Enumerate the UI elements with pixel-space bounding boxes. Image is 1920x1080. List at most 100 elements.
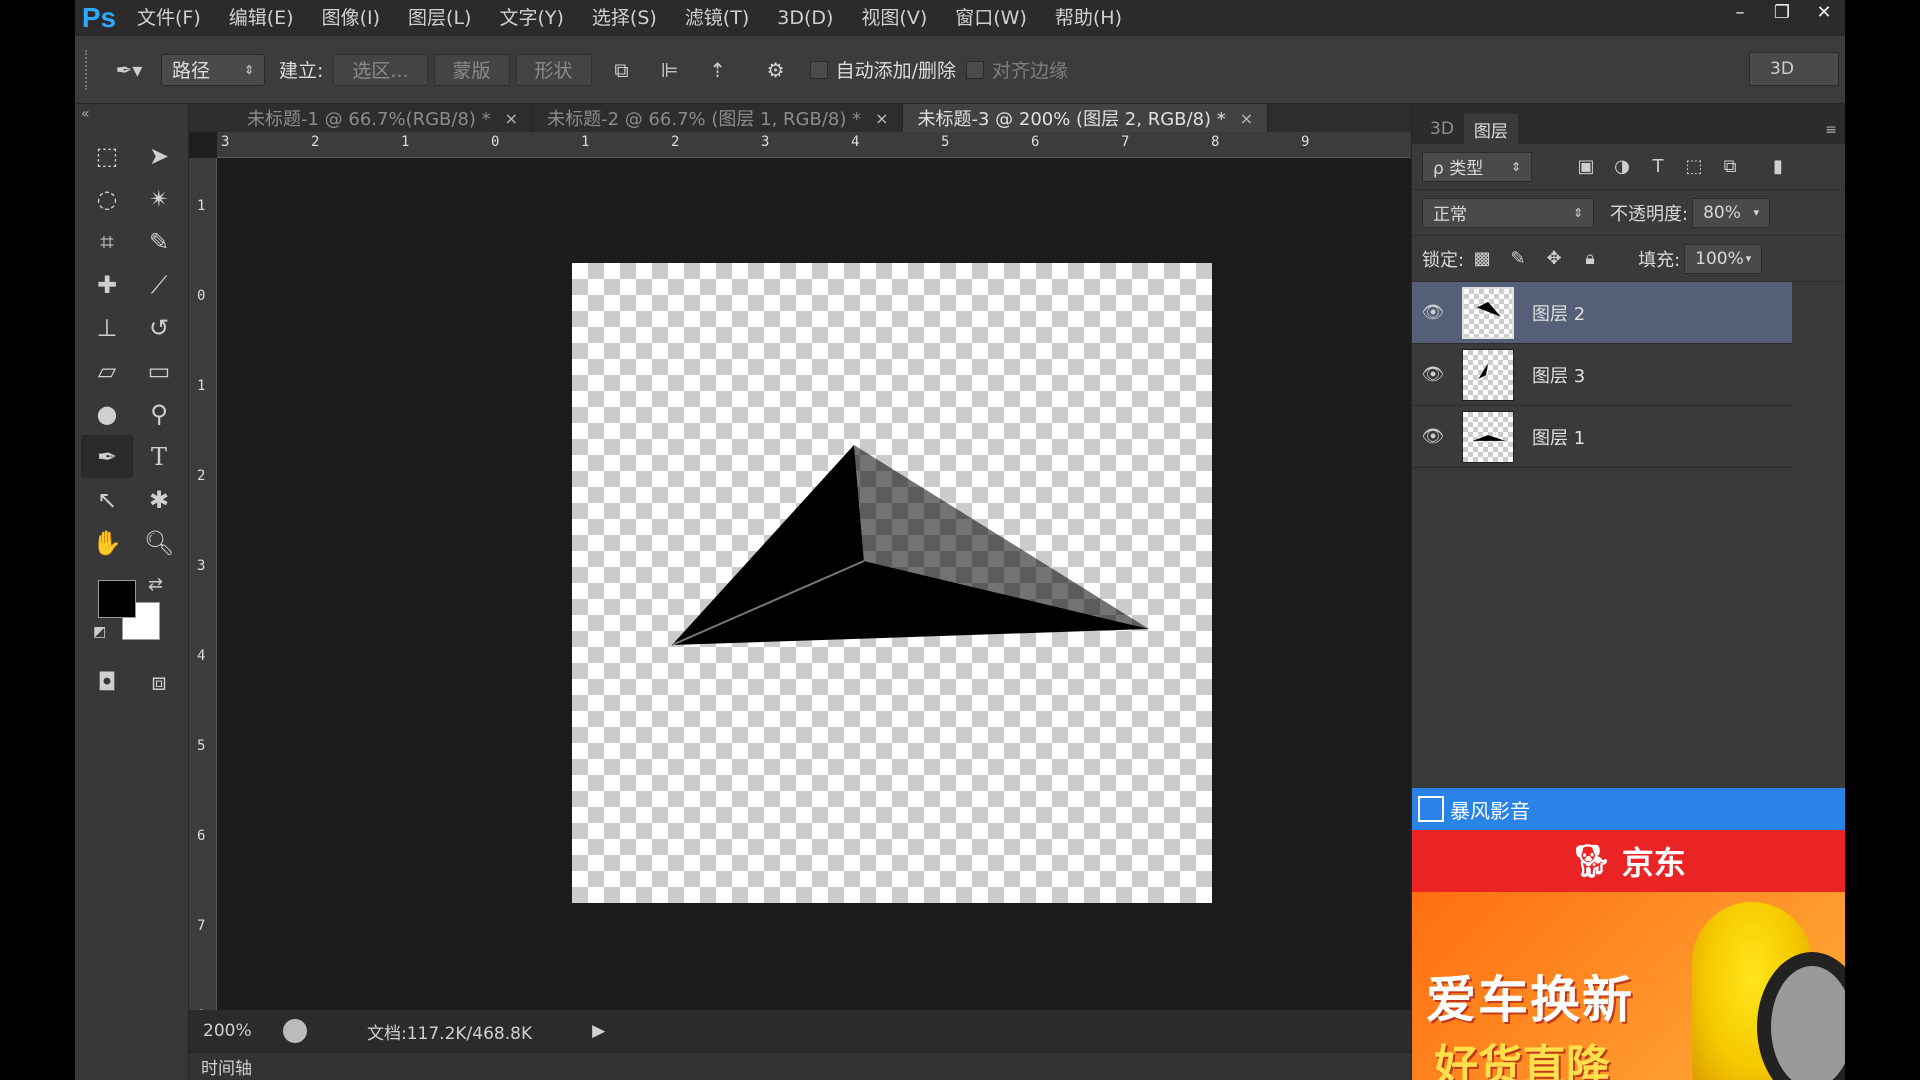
ad-body[interactable]: 爱车换新 好货直降 [1412,892,1845,1080]
layer-row-1[interactable]: 👁︎ 图层 1 [1412,406,1792,468]
lock-pixels-icon[interactable]: ✎ [1500,248,1536,269]
layer-row-2[interactable]: 👁︎ 图层 2 [1412,282,1792,344]
tab-layers[interactable]: 图层 [1463,114,1518,144]
healing-brush-icon[interactable]: ✚ [81,263,133,306]
ad-brand-banner[interactable]: 🐕︎ 京东 [1412,830,1845,892]
close-window-button[interactable]: ✕ [1803,0,1845,24]
make-selection-button[interactable]: 选区... [333,53,428,86]
menu-edit[interactable]: 编辑(E) [215,0,308,36]
lasso-tool-icon[interactable]: ◌ [81,177,133,220]
lock-transparent-icon[interactable]: ▩ [1464,248,1500,269]
eraser-tool-icon[interactable]: ▱ [81,349,133,392]
document-canvas[interactable] [572,263,1212,903]
move-tool-icon[interactable]: ➤ [133,134,185,177]
pen-tool-icon[interactable]: ✒ [81,435,133,478]
ruler-label: 6 [197,828,206,844]
make-mask-button[interactable]: 蒙版 [433,53,510,86]
type-filter-icon[interactable]: T [1640,156,1676,177]
image-filter-icon[interactable]: ▣ [1568,156,1604,177]
blend-mode-select[interactable]: 正常 ⇕ [1422,197,1594,228]
window-controls: – ❐ ✕ [1719,0,1845,24]
layer-filter-select[interactable]: ρ 类型 ⇕ [1422,151,1532,182]
horizontal-ruler[interactable]: 3 2 1 0 1 2 3 4 5 6 7 8 9 [217,132,1411,158]
auto-add-delete-checkbox[interactable] [809,60,828,79]
custom-shape-icon[interactable]: ✱ [133,478,185,521]
workspace-select[interactable]: 3D [1749,52,1839,86]
hand-tool-icon[interactable]: ✋ [81,521,133,564]
canvas-workspace[interactable] [217,158,1411,1038]
zoom-tool-icon[interactable]: 🔍︎ [133,521,185,564]
shape-filter-icon[interactable]: ⬚ [1676,156,1712,177]
eye-icon[interactable]: 👁︎ [1412,302,1454,323]
menu-select[interactable]: 选择(S) [578,0,671,36]
close-icon[interactable]: × [1240,109,1253,128]
dodge-tool-icon[interactable]: ⚲ [133,392,185,435]
swap-colors-icon[interactable]: ⇄ [148,574,163,595]
opacity-input[interactable]: 80% ▾ [1692,197,1771,228]
menu-window[interactable]: 窗口(W) [941,0,1041,36]
foreground-color[interactable] [98,580,136,618]
path-selection-icon[interactable]: ↖ [81,478,133,521]
eye-icon[interactable]: 👁︎ [1412,364,1454,385]
eye-icon[interactable]: 👁︎ [1412,426,1454,447]
menu-layer[interactable]: 图层(L) [394,0,485,36]
default-colors-icon[interactable]: ◩ [93,624,106,640]
magic-wand-icon[interactable]: ✴ [133,177,185,220]
menu-view[interactable]: 视图(V) [847,0,941,36]
fill-input[interactable]: 100% ▾ [1684,243,1763,274]
share-icon[interactable] [283,1019,307,1043]
smart-object-filter-icon[interactable]: ⧉ [1712,156,1748,177]
menu-3d[interactable]: 3D(D) [763,0,847,36]
ruler-label: 4 [197,648,206,664]
history-brush-icon[interactable]: ↺ [133,306,185,349]
menu-help[interactable]: 帮助(H) [1041,0,1136,36]
path-arrangement-icon[interactable]: ⇡ [700,52,736,88]
close-icon[interactable]: × [875,109,888,128]
menu-filter[interactable]: 滤镜(T) [671,0,763,36]
close-icon[interactable]: × [505,109,518,128]
options-grip[interactable] [85,49,91,90]
panel-tabs: 3D 图层 ≡ [1412,104,1845,144]
tab-3d[interactable]: 3D [1420,114,1464,144]
eyedropper-icon[interactable]: ✎ [133,220,185,263]
tab-untitled-1[interactable]: 未标题-1 @ 66.7%(RGB/8) * × [233,104,534,132]
collapse-tools-icon[interactable]: « [75,104,188,124]
pen-mode-select[interactable]: 路径 ⇕ [161,53,265,86]
tab-untitled-2[interactable]: 未标题-2 @ 66.7% (图层 1, RGB/8) * × [533,104,904,132]
make-shape-button[interactable]: 形状 [515,53,592,86]
gear-icon[interactable]: ⚙ [758,52,794,88]
menu-type[interactable]: 文字(Y) [485,0,577,36]
tab-untitled-3[interactable]: 未标题-3 @ 200% (图层 2, RGB/8) * × [903,104,1269,132]
quick-mask-icon[interactable]: ◘ [81,660,133,703]
ruler-label: 4 [851,134,860,150]
gradient-tool-icon[interactable]: ▭ [133,349,185,392]
timeline-tab[interactable]: 时间轴 [201,1054,252,1079]
filter-toggle-icon[interactable]: ▮ [1760,156,1796,177]
marquee-tool-icon[interactable]: ⬚ [81,134,133,177]
type-tool-icon[interactable]: T [133,435,185,478]
minimize-button[interactable]: – [1719,0,1761,24]
stamp-tool-icon[interactable]: ⊥ [81,306,133,349]
path-operations-icon[interactable]: ⧉ [604,52,640,88]
menu-file[interactable]: 文件(F) [123,0,215,36]
adjustment-filter-icon[interactable]: ◑ [1604,156,1640,177]
layer-row-3[interactable]: 👁︎ 图层 3 [1412,344,1792,406]
restore-button[interactable]: ❐ [1761,0,1803,24]
pen-tool-icon[interactable]: ✒▾ [111,52,147,88]
menu-image[interactable]: 图像(I) [308,0,394,36]
vertical-ruler[interactable]: 1 0 1 2 3 4 5 6 7 8 [189,158,217,1038]
zoom-level[interactable]: 200% [203,1021,273,1041]
panel-menu-icon[interactable]: ≡ [1825,122,1837,138]
status-menu-arrow[interactable]: ▶ [592,1021,605,1041]
ruler-label: 5 [197,738,206,754]
brush-tool-icon[interactable]: ⟋ [133,263,185,306]
crop-tool-icon[interactable]: ⌗ [81,220,133,263]
screen-mode-icon[interactable]: ⧈ [133,660,185,703]
path-alignment-icon[interactable]: ⊫ [652,52,688,88]
fill-value: 100% [1695,248,1744,269]
ad-popup[interactable]: 暴风影音 🐕︎ 京东 爱车换新 好货直降 [1412,788,1845,1080]
lock-all-icon[interactable]: 🔒︎ [1572,248,1608,269]
blur-tool-icon[interactable]: ● [81,392,133,435]
lock-position-icon[interactable]: ✥ [1536,248,1572,269]
align-edges-checkbox[interactable] [965,60,984,79]
